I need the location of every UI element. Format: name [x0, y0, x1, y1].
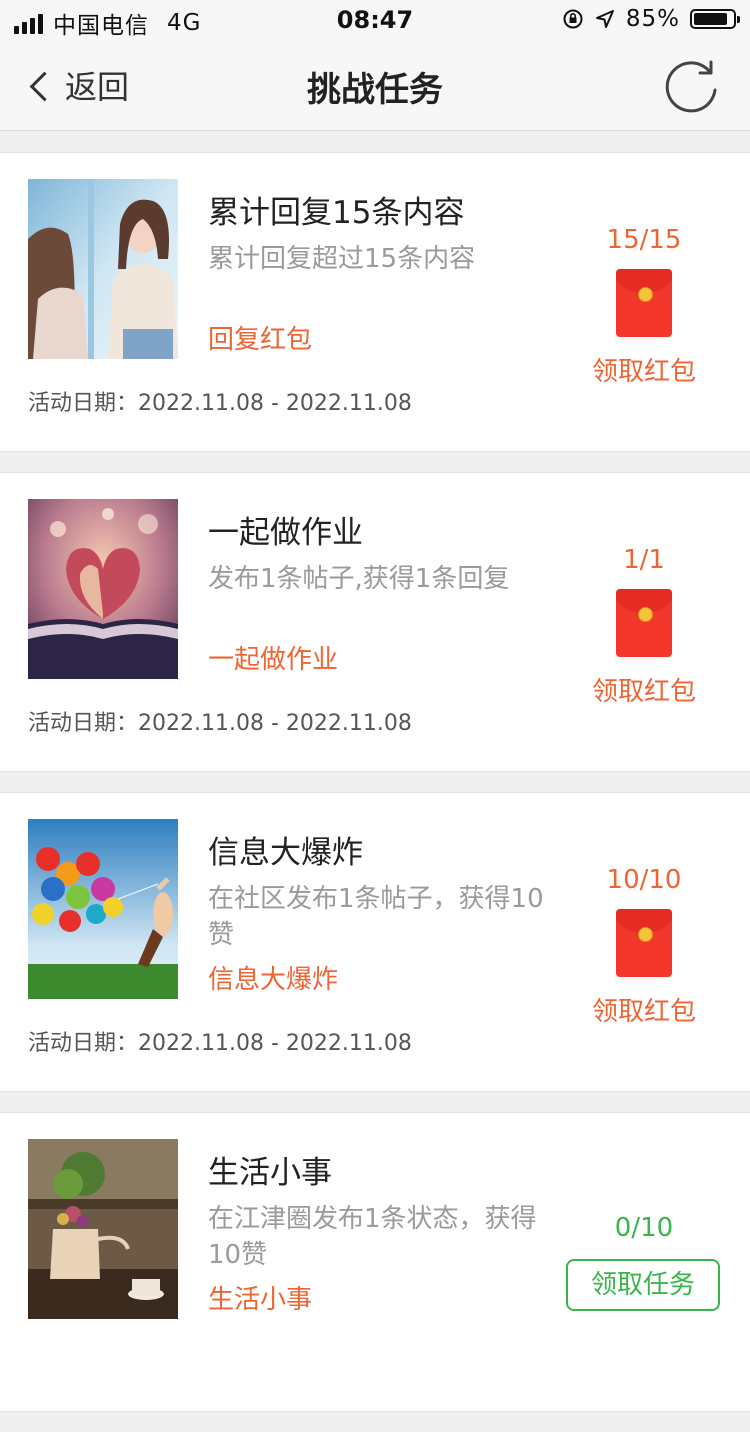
- task-card[interactable]: 生活小事 在江津圈发布1条状态，获得10赞 生活小事 0/10 领取任务: [0, 1112, 750, 1412]
- task-tag: 生活小事: [208, 1285, 313, 1315]
- red-envelope-icon[interactable]: [616, 269, 672, 337]
- task-date: 活动日期：2022.11.08 - 2022.11.08: [28, 711, 412, 736]
- location-arrow-icon: [595, 10, 614, 28]
- task-card[interactable]: 一起做作业 发布1条帖子,获得1条回复 一起做作业 活动日期：2022.11.0…: [0, 472, 750, 772]
- task-tag: 一起做作业: [208, 645, 339, 675]
- claim-red-packet-button[interactable]: 领取红包: [584, 991, 704, 1028]
- refresh-icon[interactable]: [662, 56, 722, 116]
- status-bar: 中国电信 4G 08:47 85%: [0, 0, 750, 40]
- claim-task-button[interactable]: 领取任务: [566, 1259, 720, 1311]
- red-envelope-icon[interactable]: [616, 589, 672, 657]
- task-progress: 10/10: [606, 865, 682, 895]
- task-card[interactable]: 信息大爆炸 在社区发布1条帖子，获得10赞 信息大爆炸 活动日期：2022.11…: [0, 792, 750, 1092]
- task-thumbnail-image: [28, 499, 178, 679]
- claim-red-packet-button[interactable]: 领取红包: [584, 671, 704, 708]
- task-progress: 0/10: [614, 1213, 674, 1243]
- task-thumbnail-image: [28, 179, 178, 359]
- claim-red-packet-button[interactable]: 领取红包: [584, 351, 704, 388]
- battery-icon: [690, 9, 740, 29]
- task-date: 活动日期：2022.11.08 - 2022.11.08: [28, 391, 412, 416]
- task-title: 一起做作业: [208, 515, 363, 551]
- task-thumbnail-image: [28, 1139, 178, 1319]
- red-envelope-icon[interactable]: [616, 909, 672, 977]
- nav-bar: 返回 挑战任务: [0, 40, 750, 131]
- task-thumbnail-image: [28, 819, 178, 999]
- task-date: 活动日期：2022.11.08 - 2022.11.08: [28, 1031, 412, 1056]
- page-title: 挑战任务: [307, 70, 443, 110]
- task-progress: 1/1: [623, 545, 665, 575]
- task-title: 累计回复15条内容: [208, 195, 465, 231]
- task-description: 发布1条帖子,获得1条回复: [208, 564, 510, 594]
- task-list: 累计回复15条内容 累计回复超过15条内容 回复红包 活动日期：2022.11.…: [0, 152, 750, 1432]
- task-description: 在社区发布1条帖子，获得10赞: [208, 884, 544, 950]
- status-right: 85%: [562, 6, 740, 32]
- task-description: 累计回复超过15条内容: [208, 244, 476, 274]
- task-progress: 15/15: [606, 225, 682, 255]
- task-tag: 回复红包: [208, 325, 313, 355]
- task-title: 信息大爆炸: [208, 835, 363, 871]
- task-description: 在江津圈发布1条状态，获得10赞: [208, 1204, 537, 1270]
- battery-percent: 85%: [625, 6, 680, 32]
- task-tag: 信息大爆炸: [208, 965, 339, 995]
- orientation-lock-icon: [563, 9, 583, 29]
- task-title: 生活小事: [208, 1155, 332, 1191]
- task-card[interactable]: 累计回复15条内容 累计回复超过15条内容 回复红包 活动日期：2022.11.…: [0, 152, 750, 452]
